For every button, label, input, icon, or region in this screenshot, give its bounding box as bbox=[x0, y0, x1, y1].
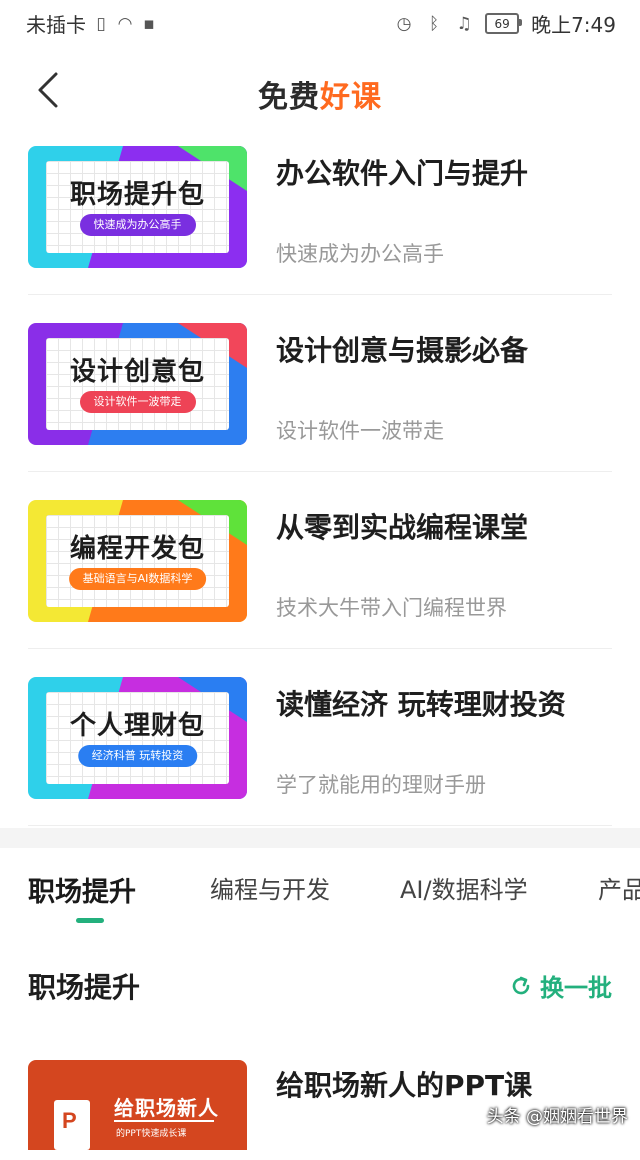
bundle-subtitle: 设计软件一波带走 bbox=[276, 419, 444, 443]
thumbnail-divider bbox=[114, 1120, 214, 1122]
status-bar: 未插卡 ▯ ◠ ▪ ◷ ᛒ ♫ 69 晚上7:49 bbox=[0, 0, 640, 44]
status-right: ◷ ᛒ ♫ 69 晚上7:49 bbox=[395, 9, 616, 38]
tab-ai-data-science[interactable]: AI/数据科学 bbox=[400, 870, 528, 905]
alarm-icon: ◷ bbox=[396, 13, 412, 34]
bundle-subtitle: 快速成为办公高手 bbox=[276, 242, 444, 266]
thumbnail-subtitle: 的PPT快速成长课 bbox=[116, 1129, 187, 1139]
cover-title: 个人理财包 bbox=[69, 711, 205, 741]
refresh-label: 换一批 bbox=[540, 974, 612, 1002]
page-title: 免费好课 bbox=[0, 72, 640, 116]
powerpoint-icon: P bbox=[54, 1100, 90, 1150]
bundle-item[interactable]: 设计创意包 设计软件一波带走 设计创意与摄影必备 设计软件一波带走 bbox=[28, 323, 612, 499]
nav-bar: 免费好课 bbox=[0, 52, 640, 132]
page-title-part1: 免费 bbox=[258, 80, 320, 115]
page-title-part2: 好课 bbox=[320, 80, 382, 115]
course-title: 给职场新人的PPT课 bbox=[276, 1069, 533, 1102]
status-left: 未插卡 ▯ ◠ ▪ bbox=[26, 9, 158, 38]
bundle-cover: 职场提升包快速成为办公高手 bbox=[28, 146, 247, 268]
battery-icon: 69 bbox=[485, 13, 523, 34]
wifi-icon: ◠ bbox=[117, 13, 133, 34]
bundle-item[interactable]: 职场提升包 快速成为办公高手 办公软件入门与提升 快速成为办公高手 bbox=[28, 146, 612, 322]
bundle-subtitle: 技术大牛带入门编程世界 bbox=[276, 596, 507, 620]
list-divider bbox=[28, 294, 612, 295]
notification-app-icon: ▪ bbox=[143, 13, 155, 34]
watermark: 头条 @姻姻看世界 bbox=[486, 1107, 628, 1127]
list-divider bbox=[28, 648, 612, 649]
list-divider bbox=[28, 471, 612, 472]
tab-career[interactable]: 职场提升 bbox=[28, 870, 136, 909]
tab-product[interactable]: 产品 bbox=[598, 870, 640, 905]
clock: 晚上7:49 bbox=[531, 13, 616, 37]
active-tab-indicator bbox=[76, 918, 104, 923]
cover-title: 设计创意包 bbox=[69, 357, 205, 387]
tab-programming[interactable]: 编程与开发 bbox=[210, 870, 330, 905]
bundle-cover: 设计创意包设计软件一波带走 bbox=[28, 323, 247, 445]
cover-tag: 经济科普 玩转投资 bbox=[77, 745, 198, 767]
thumbnail-title: 给职场新人 bbox=[114, 1096, 219, 1120]
section-title: 职场提升 bbox=[28, 971, 141, 1004]
bundle-title: 设计创意与摄影必备 bbox=[276, 334, 529, 367]
refresh-icon bbox=[512, 976, 530, 994]
mute-bell-icon: ♫ bbox=[456, 13, 472, 34]
bundle-subtitle: 学了就能用的理财手册 bbox=[276, 773, 486, 797]
bundle-title: 办公软件入门与提升 bbox=[276, 157, 529, 190]
bundle-title: 从零到实战编程课堂 bbox=[276, 511, 529, 544]
cover-tag: 基础语言与AI数据科学 bbox=[68, 568, 207, 590]
bundle-item[interactable]: 编程开发包 基础语言与AI数据科学 从零到实战编程课堂 技术大牛带入门编程世界 bbox=[28, 500, 612, 676]
cover-tag: 设计软件一波带走 bbox=[79, 391, 196, 413]
bundle-cover: 编程开发包基础语言与AI数据科学 bbox=[28, 500, 247, 622]
sim-alert-icon: ▯ bbox=[96, 13, 106, 34]
bluetooth-icon: ᛒ bbox=[428, 13, 440, 34]
list-divider bbox=[28, 825, 612, 826]
cover-title: 编程开发包 bbox=[69, 534, 205, 564]
refresh-button[interactable]: 换一批 bbox=[510, 968, 612, 1003]
cover-tag: 快速成为办公高手 bbox=[79, 214, 196, 236]
category-tabs: 职场提升 编程与开发 AI/数据科学 产品 bbox=[0, 848, 640, 934]
carrier-label: 未插卡 bbox=[26, 13, 86, 37]
section-separator bbox=[0, 828, 640, 848]
bundle-title: 读懂经济 玩转理财投资 bbox=[276, 688, 566, 721]
cover-title: 职场提升包 bbox=[69, 180, 205, 210]
bundle-cover: 个人理财包经济科普 玩转投资 bbox=[28, 677, 247, 799]
bundle-item[interactable]: 个人理财包 经济科普 玩转投资 读懂经济 玩转理财投资 学了就能用的理财手册 bbox=[28, 677, 612, 853]
